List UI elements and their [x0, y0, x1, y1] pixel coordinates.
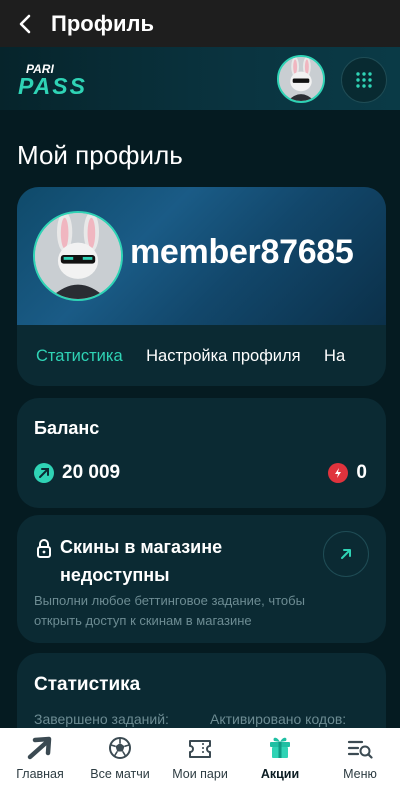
nav-label-menu: Меню — [343, 767, 377, 781]
ticket-icon — [189, 740, 211, 758]
paripass-logo[interactable]: PARI PASS — [16, 59, 126, 99]
bunny-avatar-icon — [279, 57, 323, 101]
nav-label-all-matches: Все матчи — [90, 767, 150, 781]
nav-label-promotions: Акции — [260, 767, 300, 781]
tab-statistics[interactable]: Статистика — [36, 347, 123, 366]
menu-search-icon — [347, 740, 373, 759]
back-button[interactable] — [0, 0, 50, 47]
coins-value: 20 009 — [62, 462, 121, 483]
gift-icon — [270, 737, 290, 758]
profile-avatar[interactable] — [33, 211, 123, 301]
page-title: Мой профиль — [17, 140, 183, 170]
nav-item-all-matches[interactable]: Все матчи — [80, 728, 160, 795]
app-bar-title: Профиль — [51, 10, 154, 36]
nav-item-promotions[interactable]: Акции — [240, 728, 320, 795]
skins-card: Скины в магазине недоступны Выполни любо… — [17, 515, 386, 643]
profile-card: member87685 Статистика Настройка профиля… — [17, 187, 386, 386]
arrow-up-right-icon — [341, 549, 351, 559]
back-arrow-icon — [19, 14, 31, 33]
coin-icon — [34, 463, 54, 483]
nav-label-home: Главная — [16, 767, 64, 781]
apps-grid-button[interactable] — [341, 57, 387, 103]
statistics-title: Статистика — [34, 674, 141, 695]
statistics-card: Статистика Завершено заданий: Активирова… — [17, 653, 386, 728]
lock-icon — [37, 539, 51, 558]
dots-grid-icon — [356, 72, 372, 88]
activated-codes-label: Активировано кодов: — [210, 711, 347, 727]
balance-title: Баланс — [34, 418, 100, 438]
bottom-navigation: Главная Все матчи Мои пари Акции Меню — [0, 728, 400, 795]
skins-subtitle: Выполни любое беттинговое задание, чтобы… — [34, 593, 305, 628]
bunny-avatar-icon — [35, 213, 121, 299]
brand-bar: PARI PASS — [0, 47, 400, 110]
main-content[interactable]: Мой профиль member87685 Статистика Настр — [0, 110, 400, 728]
profile-username: member87685 — [130, 233, 354, 271]
nav-label-my-bets: Мои пари — [172, 767, 228, 781]
app-bar: Профиль — [0, 0, 400, 47]
profile-hero: member87685 — [17, 187, 386, 325]
tab-partial[interactable]: На — [324, 347, 345, 366]
skins-title: Скины в магазине недоступны — [60, 537, 223, 585]
completed-tasks-label: Завершено заданий: — [34, 711, 169, 727]
tokens-value: 0 — [356, 462, 367, 483]
lightning-icon — [328, 463, 349, 483]
nav-item-menu[interactable]: Меню — [320, 728, 400, 795]
tab-profile-settings[interactable]: Настройка профиля — [146, 347, 300, 366]
nav-item-my-bets[interactable]: Мои пари — [160, 728, 240, 795]
nav-item-home[interactable]: Главная — [0, 728, 80, 795]
coins-balance: 20 009 — [34, 462, 120, 484]
soccer-ball-icon — [109, 737, 131, 759]
skins-open-button[interactable] — [323, 531, 369, 577]
profile-tabs: Статистика Настройка профиля На — [36, 347, 386, 371]
header-avatar[interactable] — [277, 55, 325, 103]
balance-card: Баланс 20 009 0 — [17, 398, 386, 508]
logo-bottom-text: PASS — [18, 73, 87, 99]
tokens-balance: 0 — [328, 462, 367, 484]
arrow-up-right-icon — [27, 736, 52, 760]
